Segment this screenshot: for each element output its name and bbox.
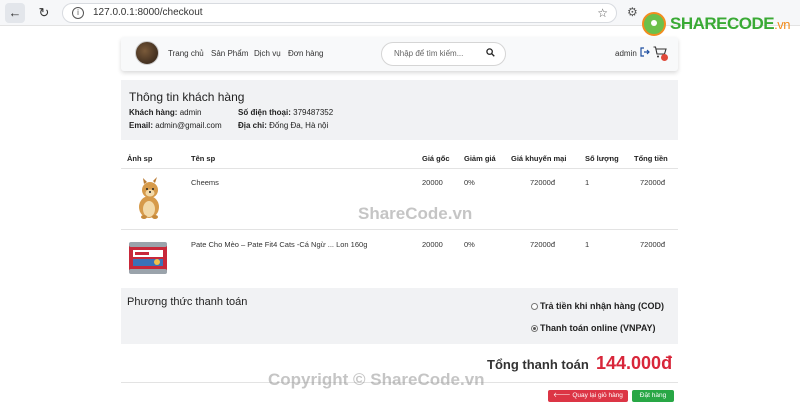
table-divider [121, 168, 678, 169]
col-header-sale-price: Giá khuyến mại [511, 154, 567, 163]
user-name[interactable]: admin [615, 49, 637, 58]
nav-link-services[interactable]: Dịch vụ [254, 49, 281, 58]
url-text: 127.0.0.1:8000/checkout [93, 7, 203, 18]
row-price: 20000 [422, 240, 443, 249]
row-total: 72000đ [640, 240, 666, 249]
address-bar[interactable]: i 127.0.0.1:8000/checkout ☆ [62, 3, 617, 23]
row-sale-price: 72000đ [530, 240, 556, 249]
row-product-name: Cheems [191, 178, 219, 187]
back-button[interactable]: ← [5, 3, 25, 23]
customer-phone: 379487352 [293, 108, 334, 117]
payment-cod-label[interactable]: Trả tiền khi nhận hàng (COD) [540, 301, 664, 311]
customer-phone-label: Số điện thoại: [238, 108, 291, 117]
arrow-left-icon: 🡐 [553, 392, 571, 399]
customer-email-line: Email: admin@gmail.com [129, 121, 222, 130]
row-product-name: Pate Cho Mèo – Pate Fit4 Cats -Cá Ngừ ..… [191, 240, 368, 249]
customer-name-label: Khách hàng: [129, 108, 178, 117]
customer-name-line: Khách hàng: admin [129, 108, 201, 117]
col-header-discount: Giảm giá [464, 154, 496, 163]
extensions-icon[interactable]: ⚙ [627, 5, 638, 19]
payment-method-panel: Phương thức thanh toán Trả tiền khi nhận… [121, 288, 678, 344]
payment-cod-radio[interactable] [531, 303, 538, 310]
customer-phone-line: Số điện thoại: 379487352 [238, 108, 333, 117]
payment-vnpay-label[interactable]: Thanh toán online (VNPAY) [540, 323, 656, 333]
bookmark-star-icon[interactable]: ☆ [597, 6, 608, 20]
sharecode-logo-mark [642, 12, 666, 36]
logo-suffix: .vn [774, 17, 790, 32]
place-order-label: Đặt hàng [639, 392, 667, 399]
row-qty: 1 [585, 178, 590, 187]
customer-address-line: Địa chỉ: Đống Đa, Hà nội [238, 121, 328, 130]
watermark-copyright: Copyright © ShareCode.vn [268, 370, 485, 389]
search-box [381, 42, 506, 66]
customer-name: admin [179, 108, 202, 117]
search-input[interactable] [394, 49, 484, 58]
place-order-button[interactable]: Đặt hàng [632, 390, 674, 402]
total-label: Tổng thanh toán [487, 357, 589, 372]
customer-info-title: Thông tin khách hàng [129, 90, 245, 104]
reload-icon: ↻ [38, 5, 50, 20]
payment-vnpay-radio[interactable] [531, 325, 538, 332]
customer-email: admin@gmail.com [155, 121, 222, 130]
col-header-total: Tổng tiền [634, 154, 668, 163]
payment-method-title: Phương thức thanh toán [127, 296, 248, 308]
nav-link-orders[interactable]: Đơn hàng [288, 49, 324, 58]
arrow-left-icon: ← [8, 5, 22, 20]
back-to-cart-label: Quay lại giỏ hàng [572, 392, 623, 399]
watermark-center: ShareCode.vn [358, 204, 473, 223]
cart-count-badge [661, 54, 668, 61]
col-header-name: Tên sp [191, 154, 216, 163]
nav-link-home[interactable]: Trang chủ [168, 49, 204, 58]
col-header-image: Ảnh sp [127, 154, 153, 163]
row-qty: 1 [585, 240, 590, 249]
back-to-cart-button[interactable]: 🡐 Quay lại giỏ hàng [548, 390, 628, 402]
row-price: 20000 [422, 178, 443, 187]
search-icon[interactable] [486, 48, 495, 57]
customer-email-label: Email: [129, 121, 154, 130]
dog-image [139, 177, 159, 219]
site-navbar: Trang chủ Sản Phẩm Dịch vụ Đơn hàng admi… [121, 37, 678, 71]
site-info-icon[interactable]: i [72, 7, 84, 19]
table-divider [121, 229, 678, 230]
total-value: 144.000đ [596, 353, 673, 373]
customer-address: Đống Đa, Hà nội [269, 121, 329, 130]
row-total: 72000đ [640, 178, 666, 187]
pate-can-image [129, 242, 167, 274]
col-header-price: Giá gốc [422, 154, 450, 163]
row-discount: 0% [464, 178, 475, 187]
logo-text: SHARECODE [670, 14, 775, 33]
row-sale-price: 72000đ [530, 178, 556, 187]
col-header-qty: Số lượng [585, 154, 619, 163]
customer-info-panel: Thông tin khách hàng Khách hàng: admin S… [121, 80, 678, 140]
row-discount: 0% [464, 240, 475, 249]
nav-link-products[interactable]: Sản Phẩm [211, 49, 248, 58]
customer-address-label: Địa chỉ: [238, 121, 267, 130]
reload-button[interactable]: ↻ [34, 3, 54, 23]
site-logo-avatar[interactable] [135, 41, 159, 65]
logout-icon[interactable] [640, 47, 650, 57]
